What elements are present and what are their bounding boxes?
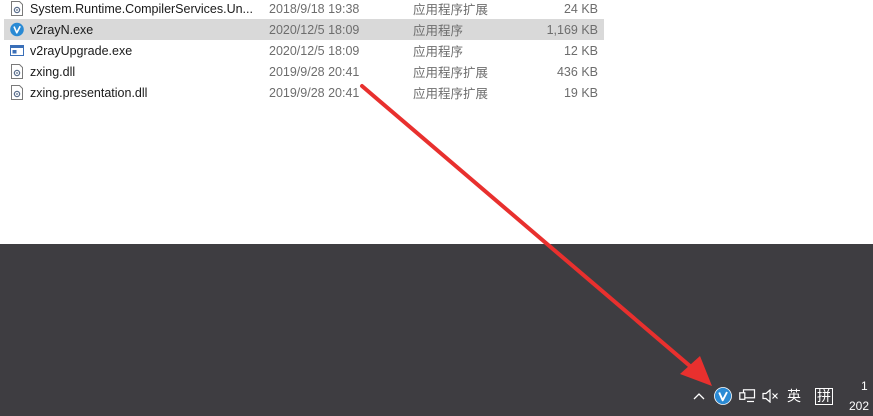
volume-muted-icon[interactable]: [760, 385, 780, 407]
file-type: 应用程序: [413, 45, 464, 59]
file-row-v2rayupgrade-exe[interactable]: v2rayUpgrade.exe 2020/12/5 18:09 应用程序 12…: [4, 40, 604, 61]
file-name: System.Runtime.CompilerServices.Un...: [30, 1, 253, 16]
ime-mode-label: 拼: [815, 387, 833, 405]
file-size: 1,169 KB: [546, 22, 598, 37]
file-type: 应用程序扩展: [413, 3, 489, 17]
file-row-system-runtime[interactable]: System.Runtime.CompilerServices.Un... 20…: [4, 0, 604, 19]
file-type: 应用程序扩展: [413, 87, 489, 101]
network-icon[interactable]: [737, 385, 757, 407]
file-list-pane: System.Runtime.CompilerServices.Un... 20…: [0, 0, 873, 244]
ime-mode-indicator[interactable]: 拼: [813, 385, 835, 407]
dll-file-icon: [11, 85, 23, 100]
file-size: 436 KB: [556, 64, 598, 79]
v2rayn-app-icon: [10, 22, 24, 37]
file-name: v2rayUpgrade.exe: [30, 43, 133, 58]
file-date: 2020/12/5 18:09: [269, 22, 360, 37]
clock-line-date: 202: [849, 399, 870, 413]
file-type: 应用程序: [413, 24, 464, 38]
file-size: 19 KB: [563, 85, 598, 100]
file-size: 24 KB: [563, 1, 598, 16]
dll-file-icon: [11, 1, 23, 16]
clock-line-time: 1: [861, 379, 868, 393]
file-size: 12 KB: [563, 43, 598, 58]
file-row-v2rayn-exe[interactable]: v2rayN.exe 2020/12/5 18:09 应用程序 1,169 KB: [4, 19, 604, 40]
file-date: 2020/12/5 18:09: [269, 43, 360, 58]
taskbar-clock[interactable]: 1 202: [849, 376, 869, 416]
file-date: 2018/9/18 19:38: [269, 1, 360, 16]
show-hidden-icons-chevron-icon[interactable]: [690, 385, 708, 407]
file-row-zxing-dll[interactable]: zxing.dll 2019/9/28 20:41 应用程序扩展 436 KB: [4, 61, 604, 82]
file-row-zxing-presentation-dll[interactable]: zxing.presentation.dll 2019/9/28 20:41 应…: [4, 82, 604, 103]
input-language-indicator[interactable]: 英: [784, 385, 804, 407]
file-name: zxing.presentation.dll: [30, 85, 148, 100]
file-date: 2019/9/28 20:41: [269, 64, 360, 79]
dll-file-icon: [11, 64, 23, 79]
file-name: zxing.dll: [30, 64, 76, 79]
file-name: v2rayN.exe: [30, 22, 94, 37]
exe-window-icon: [10, 45, 24, 56]
file-date: 2019/9/28 20:41: [269, 85, 360, 100]
file-type: 应用程序扩展: [413, 66, 489, 80]
v2rayn-tray-icon[interactable]: [712, 385, 734, 407]
